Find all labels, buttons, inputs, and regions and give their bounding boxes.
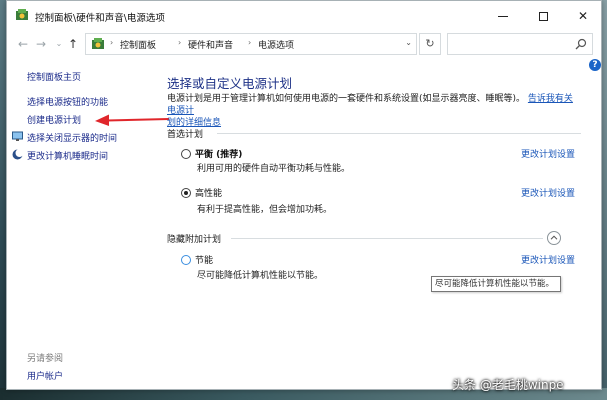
refresh-icon: ↻ [425,37,435,50]
plan-description-high-performance: 有利于提高性能，但会增加功耗。 [197,205,333,215]
sidebar-item-home[interactable]: 控制面板主页 [27,70,81,83]
sidebar-item-sleep-time[interactable]: 更改计算机睡眠时间 [27,149,108,162]
sidebar-item-user-accounts[interactable]: 用户帐户 [27,369,63,382]
arrow-up-icon: ↑ [67,37,79,51]
main-content: 选择或自定义电源计划 电源计划是用于管理计算机如何使用电源的一套硬件和系统设置(… [163,57,589,391]
refresh-button[interactable]: ↻ [419,33,441,55]
breadcrumb-hardware-sound[interactable]: 硬件和声音 [188,38,233,51]
change-plan-settings-balanced[interactable]: 更改计划设置 [521,147,575,160]
address-dropdown-icon[interactable]: ⌄ [405,38,412,47]
hidden-plans-divider [231,238,543,239]
arrow-right-icon: → [35,37,47,51]
title-bar[interactable]: 控制面板\硬件和声音\电源选项 ✕ [7,1,601,31]
page-title: 选择或自定义电源计划 [167,76,293,91]
maximize-button[interactable] [523,1,563,31]
preferred-plans-divider [217,133,581,134]
plan-description-power-saver: 尽可能降低计算机性能以节能。 [197,271,324,281]
navigation-bar: ← → ⌄ ↑ › 控制面板 › 硬件和声音 › 电源选项 ⌄ ↻ [7,31,601,57]
page-description: 电源计划是用于管理计算机如何使用电源的一套硬件和系统设置(如显示器亮度、睡眠等)… [167,93,581,129]
search-icon [575,38,587,50]
forward-button[interactable]: → [33,35,49,53]
red-arrow-annotation [95,114,170,126]
radio-power-saver[interactable] [181,255,191,265]
breadcrumb-power-options[interactable]: 电源选项 [258,38,294,51]
control-panel-window: 控制面板\硬件和声音\电源选项 ✕ ← → ⌄ ↑ › 控制面板 › 硬件和声音… [6,0,602,390]
close-button[interactable]: ✕ [563,1,603,31]
breadcrumb-separator-icon[interactable]: › [178,38,181,47]
see-also-heading: 另请参阅 [27,354,64,364]
breadcrumb-separator-icon[interactable]: › [110,38,113,47]
chevron-up-icon[interactable] [547,231,561,245]
plan-name-balanced[interactable]: 平衡 (推荐) [195,147,242,160]
back-button[interactable]: ← [15,35,31,53]
watermark: 头条 @老毛桃winpe [452,378,564,392]
breadcrumb-separator-icon[interactable]: › [248,38,251,47]
change-plan-settings-high-performance[interactable]: 更改计划设置 [521,186,575,199]
up-button[interactable]: ↑ [65,35,81,53]
radio-high-performance[interactable] [181,188,191,198]
description-text: 电源计划是用于管理计算机如何使用电源的一套硬件和系统设置(如显示器亮度、睡眠等)… [167,94,526,104]
address-bar[interactable]: › 控制面板 › 硬件和声音 › 电源选项 ⌄ [85,33,417,55]
radio-balanced[interactable] [181,149,191,159]
change-plan-settings-power-saver[interactable]: 更改计划设置 [521,253,575,266]
control-panel-icon [92,38,104,49]
maximize-icon [538,11,548,21]
sidebar-item-display-off[interactable]: 选择关闭显示器的时间 [27,131,117,144]
plan-description-balanced: 利用可用的硬件自动平衡功耗与性能。 [197,164,351,174]
display-icon [12,131,23,141]
arrow-left-icon: ← [17,37,29,51]
hidden-plans-heading: 隐藏附加计划 [167,235,222,245]
tooltip: 尽可能降低计算机性能以节能。 [431,276,561,292]
search-box[interactable] [447,33,593,55]
sidebar-item-create-plan[interactable]: 创建电源计划 [27,113,81,126]
sidebar: 控制面板主页 选择电源按钮的功能 创建电源计划 选择关闭显示器的时间 更改计算机… [7,57,157,391]
chevron-down-icon: ⌄ [55,39,63,48]
minimize-button[interactable] [483,1,523,31]
help-icon[interactable]: ? [589,59,601,71]
window-title: 控制面板\硬件和声音\电源选项 [35,13,165,24]
moon-icon [12,149,23,160]
preferred-plans-heading: 首选计划 [167,130,204,140]
close-icon: ✕ [577,9,589,23]
breadcrumb-control-panel[interactable]: 控制面板 [120,38,156,51]
minimize-icon [498,15,508,17]
plan-name-high-performance[interactable]: 高性能 [195,186,222,199]
sidebar-item-power-button[interactable]: 选择电源按钮的功能 [27,95,108,108]
control-panel-icon [16,9,28,20]
plan-name-power-saver[interactable]: 节能 [195,253,213,266]
